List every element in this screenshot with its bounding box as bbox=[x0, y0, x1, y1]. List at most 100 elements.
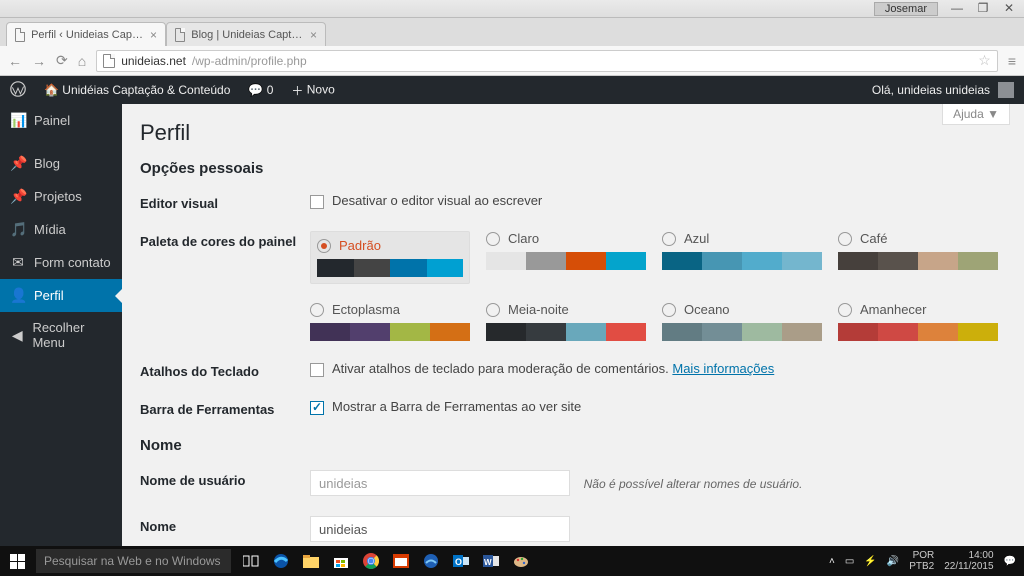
first-name-input[interactable] bbox=[310, 516, 570, 542]
page-title: Perfil bbox=[140, 120, 1006, 146]
minimize-button[interactable]: — bbox=[950, 2, 964, 16]
close-tab-icon[interactable]: × bbox=[150, 28, 157, 42]
row-keyboard-shortcuts: Atalhos do Teclado Ativar atalhos de tec… bbox=[140, 361, 1006, 379]
radio-icon[interactable] bbox=[838, 303, 852, 317]
color-scheme-option[interactable]: Ectoplasma bbox=[310, 302, 470, 341]
system-tray: ˄ ▭ ⚡ 🔊 PORPTB2 14:0022/11/2015 💬 bbox=[829, 550, 1024, 572]
color-scheme-option[interactable]: Amanhecer bbox=[838, 302, 998, 341]
radio-icon[interactable] bbox=[310, 303, 324, 317]
scheme-name: Padrão bbox=[339, 238, 381, 253]
back-button[interactable]: ← bbox=[8, 53, 22, 69]
checkbox-icon[interactable] bbox=[310, 195, 324, 209]
greeting[interactable]: Olá, unideias unideias bbox=[872, 83, 990, 97]
browser-tab-strip: Perfil ‹ Unideias Captação ... × Blog | … bbox=[0, 18, 1024, 46]
swatches bbox=[838, 323, 998, 341]
tray-language[interactable]: PORPTB2 bbox=[909, 550, 934, 572]
windows-logo-icon bbox=[10, 554, 25, 569]
sidebar-item-blog[interactable]: 📌Blog bbox=[0, 147, 122, 180]
start-button[interactable] bbox=[0, 546, 34, 576]
radio-icon[interactable] bbox=[662, 303, 676, 317]
toolbar-checkbox-label[interactable]: Mostrar a Barra de Ferramentas ao ver si… bbox=[310, 399, 581, 414]
color-scheme-option[interactable]: Café bbox=[838, 231, 998, 284]
ie-icon[interactable] bbox=[417, 548, 445, 574]
close-tab-icon[interactable]: × bbox=[310, 28, 317, 42]
explorer-icon[interactable] bbox=[297, 548, 325, 574]
swatches bbox=[486, 323, 646, 341]
home-icon: 🏠 bbox=[44, 83, 59, 97]
dashboard-icon: 📊 bbox=[10, 112, 26, 129]
svg-text:W: W bbox=[484, 558, 492, 567]
menu-button[interactable]: ≡ bbox=[1008, 53, 1016, 69]
reload-button[interactable]: ⟳ bbox=[56, 52, 68, 69]
outlook-icon[interactable]: O bbox=[447, 548, 475, 574]
tray-volume-icon[interactable]: 🔊 bbox=[887, 556, 899, 567]
scheme-name: Claro bbox=[508, 231, 539, 246]
forward-button[interactable]: → bbox=[32, 53, 46, 69]
field-label: Nome bbox=[140, 516, 310, 534]
admin-sidebar: 📊Painel 📌Blog 📌Projetos 🎵Mídia ✉Form con… bbox=[0, 104, 122, 552]
page-icon bbox=[103, 54, 115, 68]
tab-title: Blog | Unideias Captação ... bbox=[191, 29, 304, 41]
checkbox-icon[interactable] bbox=[310, 363, 324, 377]
new-label: Novo bbox=[307, 82, 335, 96]
checkbox-text: Ativar atalhos de teclado para moderação… bbox=[332, 361, 672, 376]
wordpress-logo-icon[interactable] bbox=[10, 81, 26, 100]
scheme-name: Meia-noite bbox=[508, 302, 569, 317]
collapse-icon: ◀ bbox=[10, 327, 24, 344]
radio-icon[interactable] bbox=[662, 232, 676, 246]
field-label: Paleta de cores do painel bbox=[140, 231, 310, 249]
field-label: Nome de usuário bbox=[140, 470, 310, 488]
tray-notifications-icon[interactable]: 💬 bbox=[1004, 556, 1016, 567]
taskbar-search[interactable]: Pesquisar na Web e no Windows bbox=[36, 549, 231, 573]
color-scheme-option[interactable]: Oceano bbox=[662, 302, 822, 341]
scheme-name: Café bbox=[860, 231, 887, 246]
site-home-link[interactable]: 🏠 Unidéias Captação & Conteúdo bbox=[44, 83, 230, 98]
close-button[interactable]: ✕ bbox=[1002, 2, 1016, 16]
sidebar-item-midia[interactable]: 🎵Mídia bbox=[0, 213, 122, 246]
color-scheme-option[interactable]: Azul bbox=[662, 231, 822, 284]
checkbox-text: Desativar o editor visual ao escrever bbox=[332, 193, 542, 208]
comments-link[interactable]: 💬 0 bbox=[248, 83, 273, 98]
section-heading-name: Nome bbox=[140, 437, 1006, 454]
page-icon bbox=[15, 28, 25, 42]
sidebar-collapse[interactable]: ◀Recolher Menu bbox=[0, 312, 122, 358]
browser-tab-active[interactable]: Perfil ‹ Unideias Captação ... × bbox=[6, 22, 166, 46]
radio-icon[interactable] bbox=[486, 232, 500, 246]
tray-action-center-icon[interactable]: ▭ bbox=[845, 556, 854, 567]
more-info-link[interactable]: Mais informações bbox=[672, 361, 774, 376]
edge-icon[interactable] bbox=[267, 548, 295, 574]
store-icon[interactable] bbox=[327, 548, 355, 574]
paint-icon[interactable] bbox=[507, 548, 535, 574]
address-bar[interactable]: unideias.net/wp-admin/profile.php ☆ bbox=[96, 50, 998, 72]
maximize-button[interactable]: ❐ bbox=[976, 2, 990, 16]
sidebar-item-projetos[interactable]: 📌Projetos bbox=[0, 180, 122, 213]
main-content: Ajuda ▼ Perfil Opções pessoais Editor vi… bbox=[122, 104, 1024, 552]
avatar[interactable] bbox=[998, 82, 1014, 98]
color-scheme-option[interactable]: Meia-noite bbox=[486, 302, 646, 341]
color-scheme-option[interactable]: Padrão bbox=[310, 231, 470, 284]
color-scheme-option[interactable]: Claro bbox=[486, 231, 646, 284]
sidebar-item-painel[interactable]: 📊Painel bbox=[0, 104, 122, 137]
radio-icon[interactable] bbox=[317, 239, 331, 253]
sidebar-item-perfil[interactable]: 👤Perfil bbox=[0, 279, 122, 312]
word-icon[interactable]: W bbox=[477, 548, 505, 574]
radio-icon[interactable] bbox=[486, 303, 500, 317]
task-view-icon[interactable] bbox=[237, 548, 265, 574]
bookmark-star-icon[interactable]: ☆ bbox=[978, 52, 991, 69]
browser-tab[interactable]: Blog | Unideias Captação ... × bbox=[166, 22, 326, 46]
radio-icon[interactable] bbox=[838, 232, 852, 246]
tray-clock[interactable]: 14:0022/11/2015 bbox=[944, 550, 993, 572]
chrome-icon[interactable] bbox=[357, 548, 385, 574]
home-button[interactable]: ⌂ bbox=[78, 53, 86, 69]
shortcuts-checkbox-label[interactable]: Ativar atalhos de teclado para moderação… bbox=[310, 361, 774, 376]
calendar-icon[interactable] bbox=[387, 548, 415, 574]
checkbox-icon[interactable] bbox=[310, 401, 324, 415]
visual-editor-checkbox-label[interactable]: Desativar o editor visual ao escrever bbox=[310, 193, 542, 208]
new-content-link[interactable]: ＋ Novo bbox=[291, 82, 334, 99]
tray-up-icon[interactable]: ˄ bbox=[829, 556, 835, 567]
site-name: Unidéias Captação & Conteúdo bbox=[62, 83, 230, 97]
sidebar-item-form-contato[interactable]: ✉Form contato bbox=[0, 246, 122, 279]
mail-icon: ✉ bbox=[10, 254, 26, 271]
tray-network-icon[interactable]: ⚡ bbox=[864, 556, 876, 567]
help-tab[interactable]: Ajuda ▼ bbox=[942, 104, 1010, 125]
